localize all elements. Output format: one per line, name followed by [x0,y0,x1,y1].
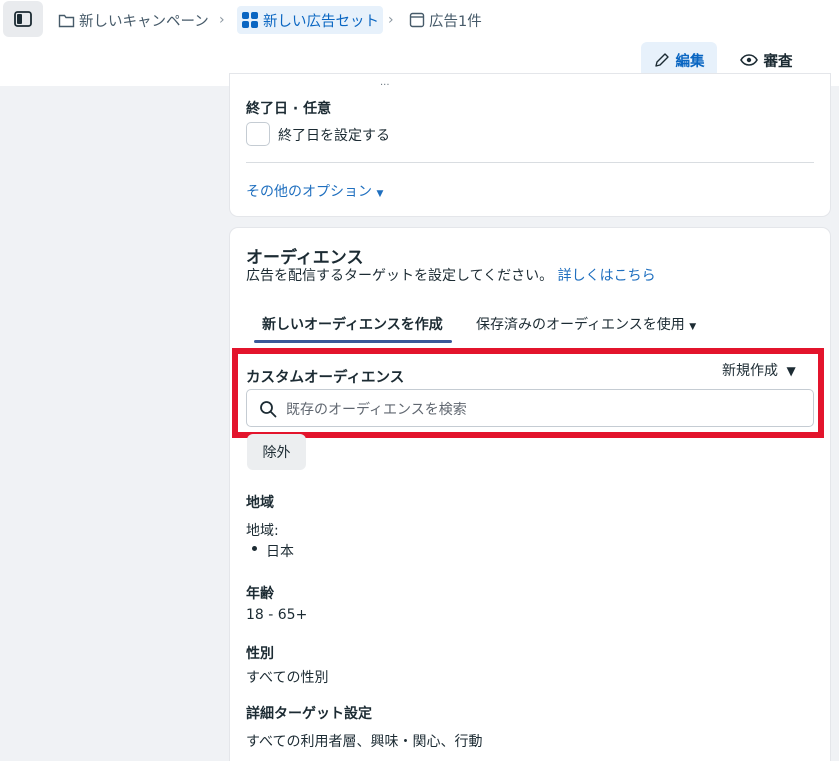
sidebar-toggle-icon [14,11,32,27]
end-date-checkbox[interactable] [246,122,270,146]
breadcrumb-ad[interactable]: 広告1件 [409,6,482,34]
age-heading: 年齢 [246,586,274,602]
exclude-button[interactable]: 除外 [247,434,306,470]
gender-value: すべての性別 [246,670,329,686]
caret-down-icon: ▼ [689,322,697,332]
sidebar-toggle-button[interactable] [3,1,43,37]
active-tab-indicator [254,340,452,343]
age-value: 18 - 65+ [246,607,308,623]
breadcrumb-chevron-icon: › [388,12,394,28]
edit-button-label: 編集 [675,53,705,70]
end-date-label: 終了日 · 任意 [246,101,332,117]
folder-icon [58,14,75,27]
audience-description-text: 広告を配信するターゲットを設定してください。 [246,268,554,284]
learn-more-link[interactable]: 詳しくはこちら [558,268,656,284]
exclude-button-label: 除外 [262,445,291,461]
breadcrumb-campaign-label: 新しいキャンペーン [79,13,209,30]
breadcrumb-campaign[interactable]: 新しいキャンペーン [58,6,209,34]
custom-audience-label: カスタムオーディエンス [246,370,405,386]
location-value: 日本 [266,544,294,560]
breadcrumb-chevron-icon: › [219,12,225,28]
review-button[interactable]: 審査 [728,42,804,78]
detailed-targeting-heading: 詳細ターゲット設定 [246,706,372,722]
review-button-label: 審査 [763,53,793,70]
tab-saved-audience-label: 保存済みのオーディエンスを使用 [476,317,685,333]
create-new-label: 新規作成 [722,363,778,379]
grid-icon [242,12,258,28]
more-options-link[interactable]: その他のオプション ▼ [246,181,383,201]
caret-down-icon: ▼ [786,364,796,378]
search-icon [260,401,277,418]
edit-button[interactable]: 編集 [641,42,717,78]
create-new-dropdown[interactable]: 新規作成 ▼ [722,360,796,380]
location-sub-label: 地域: [246,523,279,539]
divider [246,162,814,163]
search-placeholder: 既存のオーディエンスを検索 [286,402,467,418]
more-options-label: その他のオプション [246,184,372,200]
gender-heading: 性別 [246,646,274,662]
audience-search-input[interactable]: 既存のオーディエンスを検索 [246,389,814,427]
end-date-checkbox-label[interactable]: 終了日を設定する [278,125,390,145]
breadcrumb-ad-label: 広告1件 [429,13,482,30]
tab-create-audience[interactable]: 新しいオーディエンスを作成 [262,314,443,334]
location-heading: 地域 [246,495,274,511]
eye-icon [739,54,758,66]
breadcrumb-adset[interactable]: 新しい広告セット [237,6,383,34]
audience-description: 広告を配信するターゲットを設定してください。 詳しくはこちら [246,265,656,285]
tab-saved-audience[interactable]: 保存済みのオーディエンスを使用 ▼ [476,314,696,334]
caret-down-icon: ▼ [376,189,384,199]
bullet-icon [252,546,257,551]
detailed-targeting-value: すべての利用者層、興味・関心、行動 [246,734,483,750]
pencil-icon [654,53,669,67]
breadcrumb-adset-label: 新しい広告セット [263,13,379,30]
schedule-partial-text: ... [380,78,390,88]
ad-icon [409,12,425,28]
